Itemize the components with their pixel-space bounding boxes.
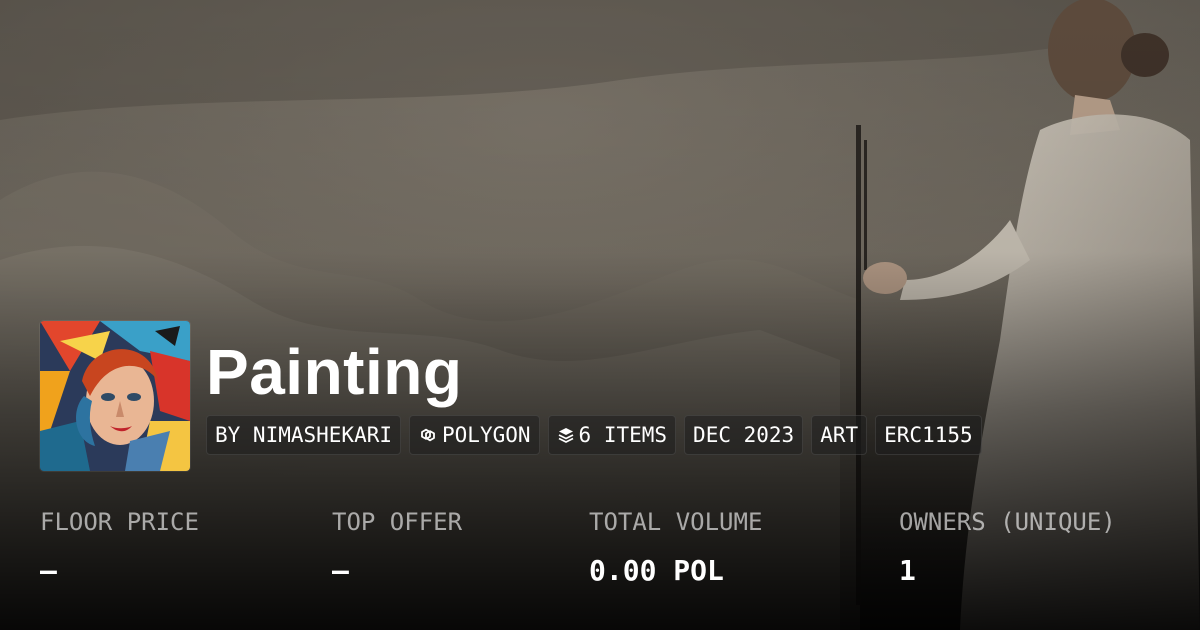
stat-total-volume-value: 0.00 POL xyxy=(589,554,724,587)
collection-title: Painting xyxy=(206,336,463,408)
badge-creator[interactable]: BY NIMASHEKARI xyxy=(206,415,402,455)
badge-chain[interactable]: POLYGON xyxy=(409,415,540,455)
collection-stats: FLOOR PRICE – TOP OFFER – TOTAL VOLUME 0… xyxy=(40,505,1180,605)
stat-owners-value: 1 xyxy=(899,554,916,587)
badge-category[interactable]: ART xyxy=(811,415,868,455)
badge-date: DEC 2023 xyxy=(684,415,804,455)
polygon-chain-icon xyxy=(418,425,438,445)
stat-top-offer-value: – xyxy=(332,554,349,587)
stat-total-volume: TOTAL VOLUME 0.00 POL xyxy=(589,505,762,589)
badge-items-label: 6 ITEMS xyxy=(578,423,668,447)
stat-top-offer-label: TOP OFFER xyxy=(332,508,463,536)
layers-icon xyxy=(557,426,575,444)
collection-badges: BY NIMASHEKARI POLYGON 6 ITEMS DEC 2023 … xyxy=(206,415,982,455)
badge-standard: ERC1155 xyxy=(875,415,982,455)
badge-items[interactable]: 6 ITEMS xyxy=(547,415,677,455)
badge-date-label: DEC 2023 xyxy=(693,423,795,447)
stat-floor-price-label: FLOOR PRICE xyxy=(40,508,199,536)
stat-total-volume-label: TOTAL VOLUME xyxy=(589,508,763,536)
stat-owners-label: OWNERS (UNIQUE) xyxy=(899,508,1116,536)
stat-floor-price-value: – xyxy=(40,554,57,587)
badge-creator-label: BY NIMASHEKARI xyxy=(215,423,393,447)
stat-floor-price: FLOOR PRICE – xyxy=(40,505,199,589)
badge-standard-label: ERC1155 xyxy=(884,423,973,447)
stat-owners: OWNERS (UNIQUE) 1 xyxy=(899,505,1116,589)
collection-avatar xyxy=(40,321,190,471)
badge-category-label: ART xyxy=(820,423,859,447)
badge-chain-label: POLYGON xyxy=(442,423,531,447)
stat-top-offer: TOP OFFER – xyxy=(332,505,462,589)
